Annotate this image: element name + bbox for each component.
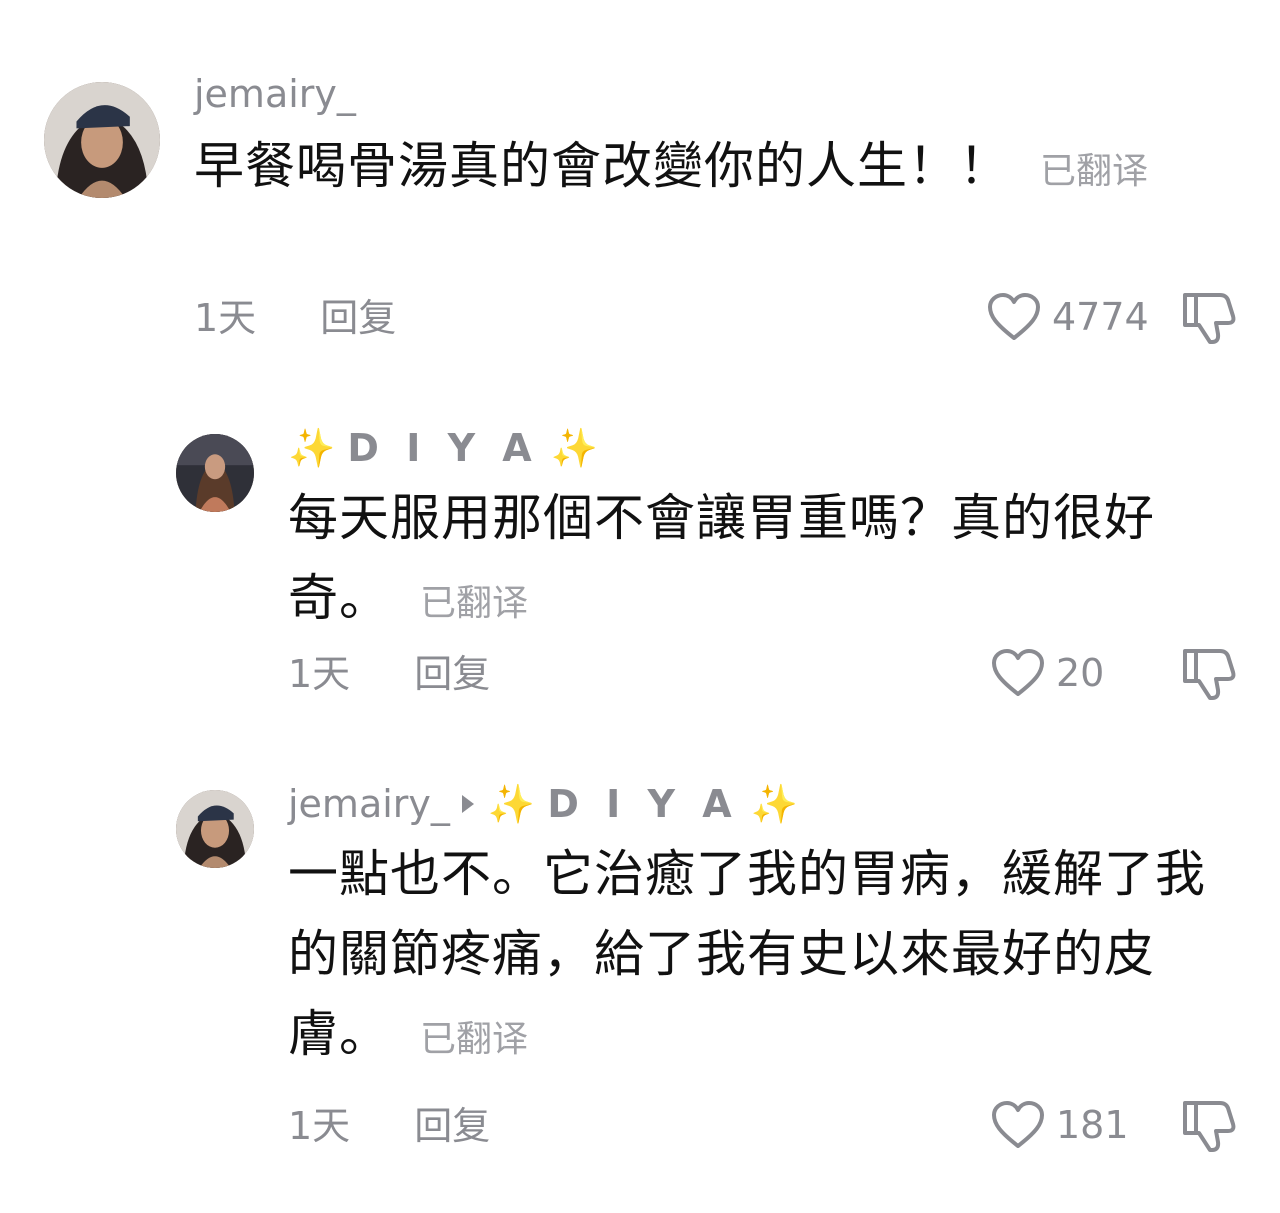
comment-meta: 1天 回复 (194, 294, 396, 342)
avatar[interactable] (44, 82, 160, 198)
like-button[interactable]: 181 (990, 1100, 1129, 1150)
dislike-button[interactable] (1180, 646, 1238, 702)
comment-time: 1天 (288, 1104, 351, 1148)
heart-icon (992, 649, 1044, 696)
comment-text: 早餐喝骨湯真的會改變你的人生！！ 已翻译 (194, 126, 1254, 212)
dislike-button[interactable] (1180, 1098, 1238, 1154)
comment-username[interactable]: jemairy_ (194, 70, 356, 118)
reply-button[interactable]: 回复 (320, 296, 396, 340)
like-count: 20 (1056, 651, 1105, 695)
sparkle-icon: ✨ (487, 782, 536, 826)
reply-arrow-icon (461, 794, 474, 813)
comment-text: 一點也不。它治癒了我的胃病，緩解了我的關節疼痛，給了我有史以來最好的皮膚。 已翻译 (288, 834, 1218, 1080)
thumbs-down-icon (1183, 1101, 1236, 1152)
avatar[interactable] (176, 790, 254, 868)
translated-badge[interactable]: 已翻译 (1040, 151, 1148, 192)
sparkle-icon: ✨ (750, 782, 799, 826)
comment-username[interactable]: ✨ D I Y A ✨ (288, 424, 598, 472)
comment-meta: 1天 回复 (288, 650, 490, 698)
username-text[interactable]: jemairy_ (288, 782, 450, 826)
comment-time: 1天 (194, 296, 257, 340)
comment-body: 每天服用那個不會讓胃重嗎？真的很好奇。 (288, 489, 1155, 627)
comment-time: 1天 (288, 652, 351, 696)
sparkle-icon: ✨ (550, 426, 599, 470)
reply-button[interactable]: 回复 (414, 1104, 490, 1148)
reply-button[interactable]: 回复 (414, 652, 490, 696)
avatar[interactable] (176, 434, 254, 512)
dislike-button[interactable] (1180, 290, 1238, 346)
comment-meta: 1天 回复 (288, 1102, 490, 1150)
comment-username[interactable]: jemairy_ ✨ D I Y A ✨ (288, 780, 798, 828)
heart-icon (992, 1101, 1044, 1148)
username-text[interactable]: D I Y A (347, 426, 538, 470)
thumbs-down-icon (1183, 293, 1236, 344)
like-count: 181 (1056, 1103, 1129, 1147)
like-button[interactable]: 20 (990, 648, 1104, 698)
sparkle-icon: ✨ (288, 426, 336, 470)
like-button[interactable]: 4774 (986, 292, 1149, 342)
comment-body: 早餐喝骨湯真的會改變你的人生！！ (194, 137, 1010, 195)
user-avatar-icon (176, 790, 254, 868)
user-avatar-icon (44, 82, 160, 198)
like-count: 4774 (1052, 295, 1149, 339)
translated-badge[interactable]: 已翻译 (420, 583, 528, 624)
thumbs-down-icon (1183, 649, 1236, 700)
comment-text: 每天服用那個不會讓胃重嗎？真的很好奇。 已翻译 (288, 478, 1218, 644)
heart-icon (988, 293, 1040, 340)
username-text[interactable]: jemairy_ (194, 72, 356, 116)
reply-to-username[interactable]: D I Y A (547, 782, 738, 826)
user-avatar-icon (176, 434, 254, 512)
translated-badge[interactable]: 已翻译 (420, 1019, 528, 1060)
